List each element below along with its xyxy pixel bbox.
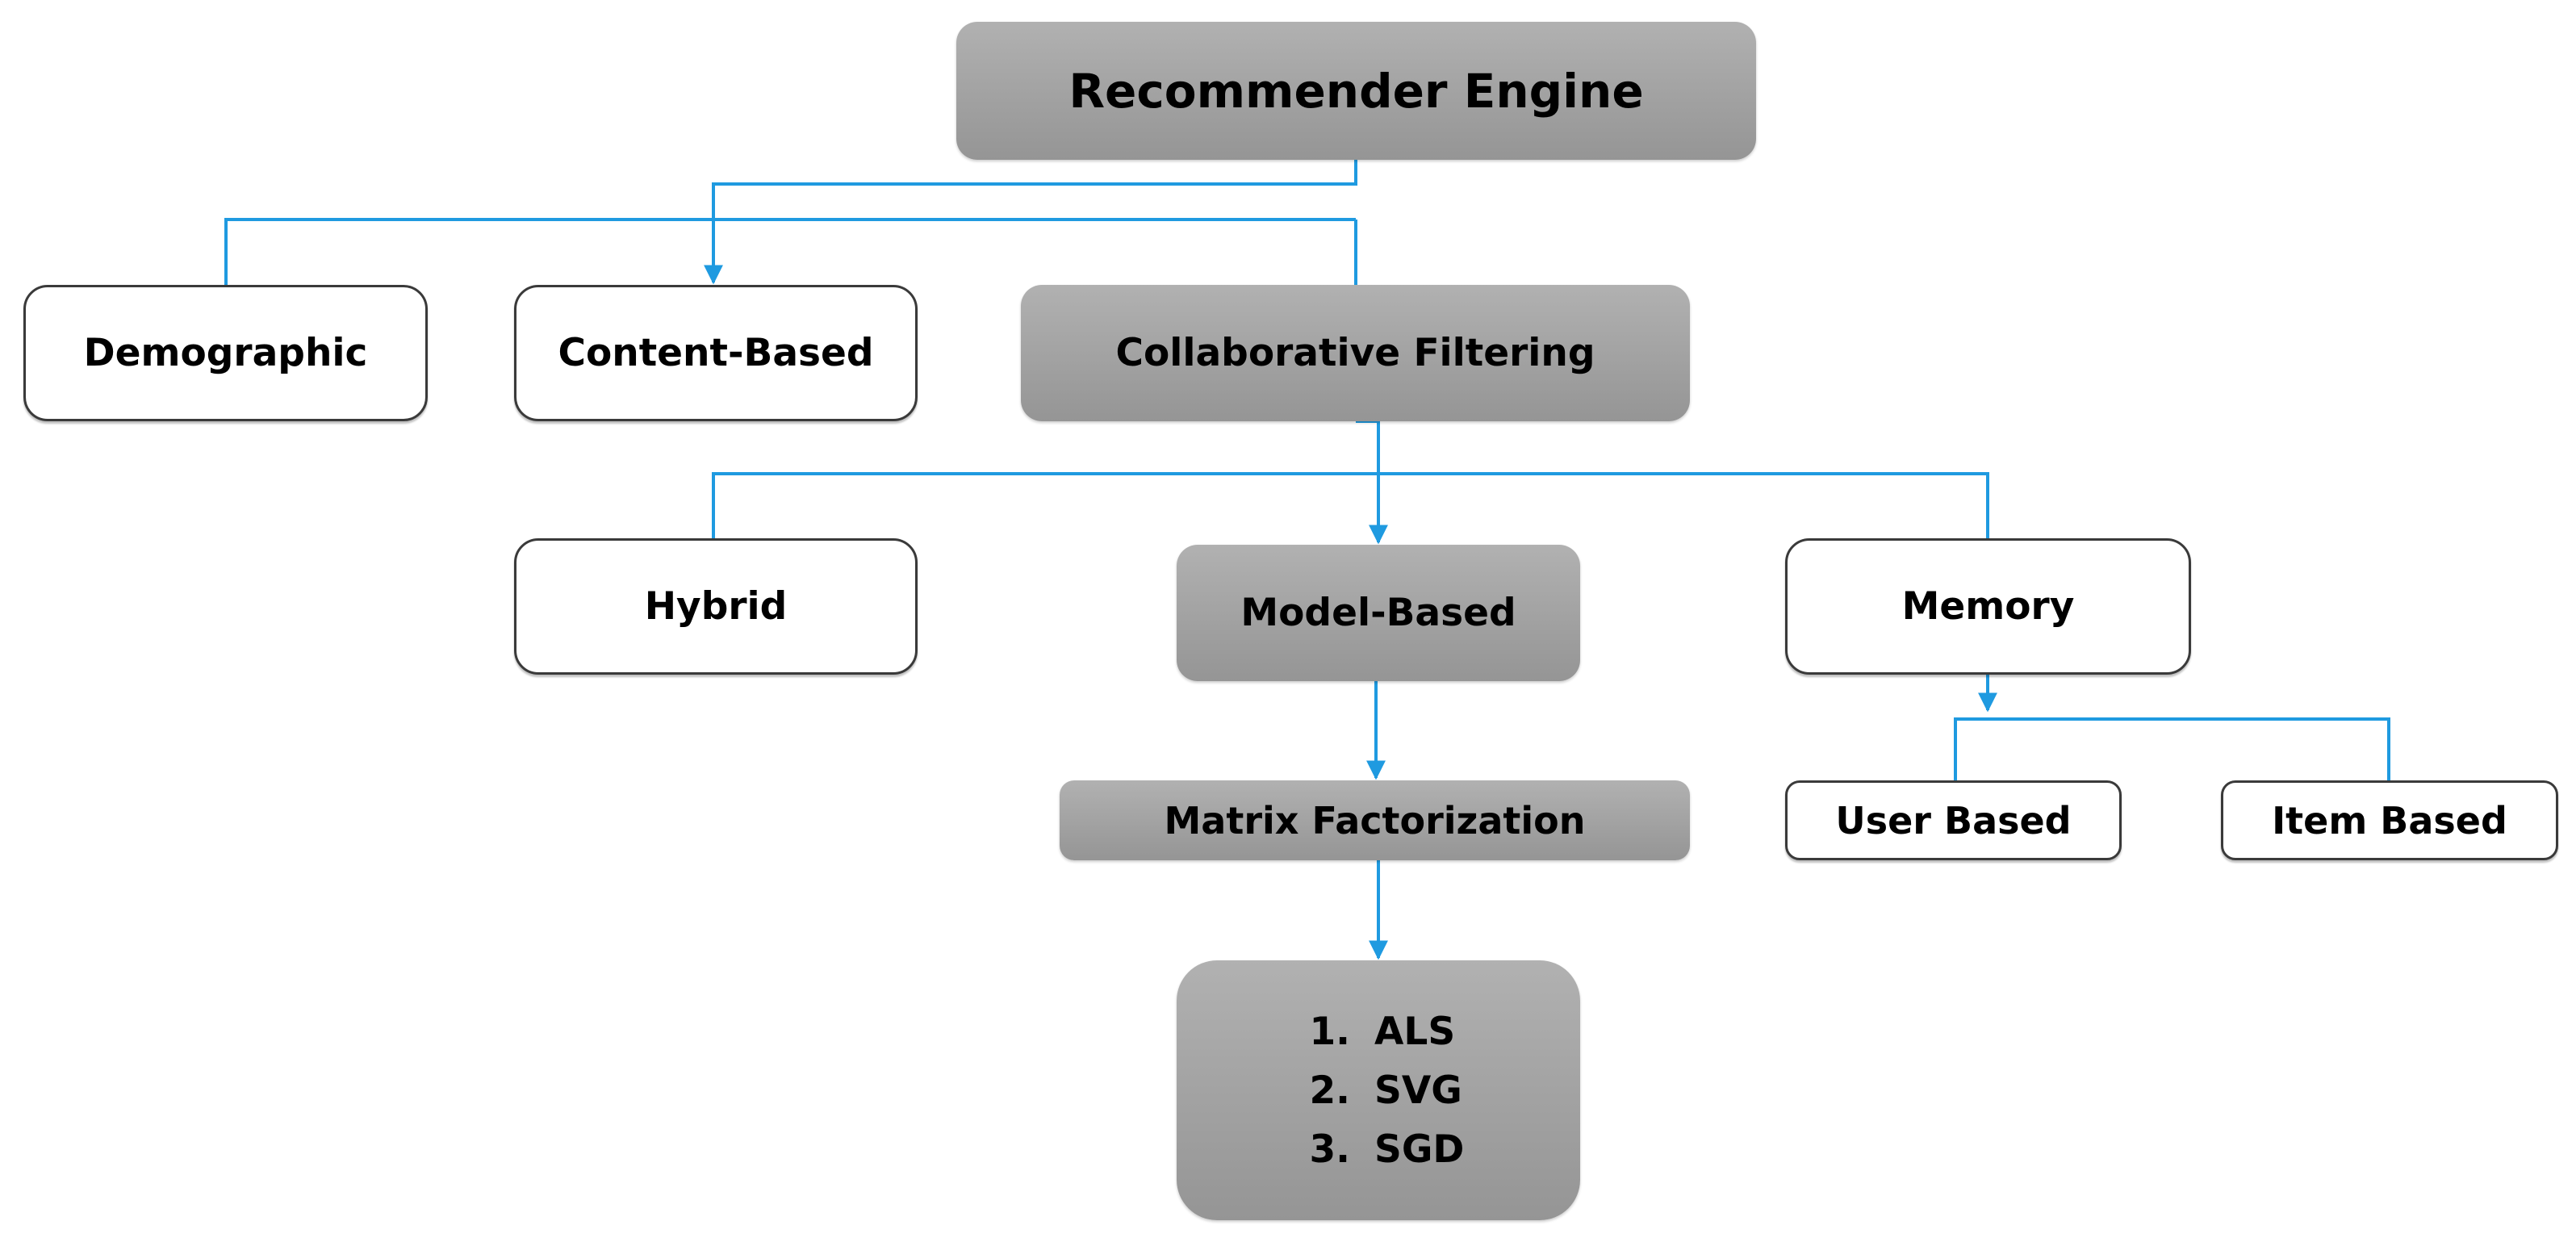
algorithm-name: ALS (1374, 1009, 1456, 1054)
connector-root-to-demographic (224, 218, 1356, 285)
node-hybrid: Hybrid (514, 538, 918, 675)
algorithm-number: 1. (1309, 1009, 1350, 1054)
node-algorithms-list: 1. ALS 2. SVG 3. SGD (1177, 960, 1580, 1220)
node-content-based: Content-Based (514, 285, 918, 421)
algorithm-item: 2. SVG (1294, 1068, 1463, 1113)
node-collaborative-filtering: Collaborative Filtering (1021, 285, 1690, 421)
algorithm-item: 3. SGD (1294, 1127, 1465, 1172)
algorithm-name: SVG (1374, 1068, 1462, 1113)
connector-collab-to-model (1356, 420, 1388, 545)
connector-collab-to-hybrid (712, 472, 1989, 538)
algorithm-number: 2. (1309, 1068, 1350, 1113)
node-user-based: User Based (1785, 780, 2122, 860)
node-demographic: Demographic (23, 285, 428, 421)
node-label: Collaborative Filtering (1115, 331, 1595, 375)
node-memory: Memory (1785, 538, 2191, 675)
node-label: Matrix Factorization (1164, 798, 1586, 843)
algorithm-item: 1. ALS (1294, 1010, 1463, 1054)
node-label: Demographic (83, 331, 368, 375)
node-label: Item Based (2272, 798, 2507, 843)
node-label: Recommender Engine (1068, 63, 1644, 119)
node-label: Hybrid (644, 584, 788, 629)
node-label: User Based (1835, 798, 2072, 843)
node-label: Model-Based (1240, 591, 1516, 635)
node-label: Memory (1901, 584, 2075, 629)
connector-memory-to-user-item (1954, 717, 2390, 780)
node-item-based: Item Based (2221, 780, 2558, 860)
algorithm-number: 3. (1309, 1127, 1350, 1172)
node-model-based: Model-Based (1177, 545, 1580, 681)
node-matrix-factorization: Matrix Factorization (1060, 780, 1690, 860)
node-recommender-engine: Recommender Engine (956, 22, 1756, 160)
algorithm-name: SGD (1374, 1127, 1465, 1172)
node-label: Content-Based (558, 331, 874, 375)
